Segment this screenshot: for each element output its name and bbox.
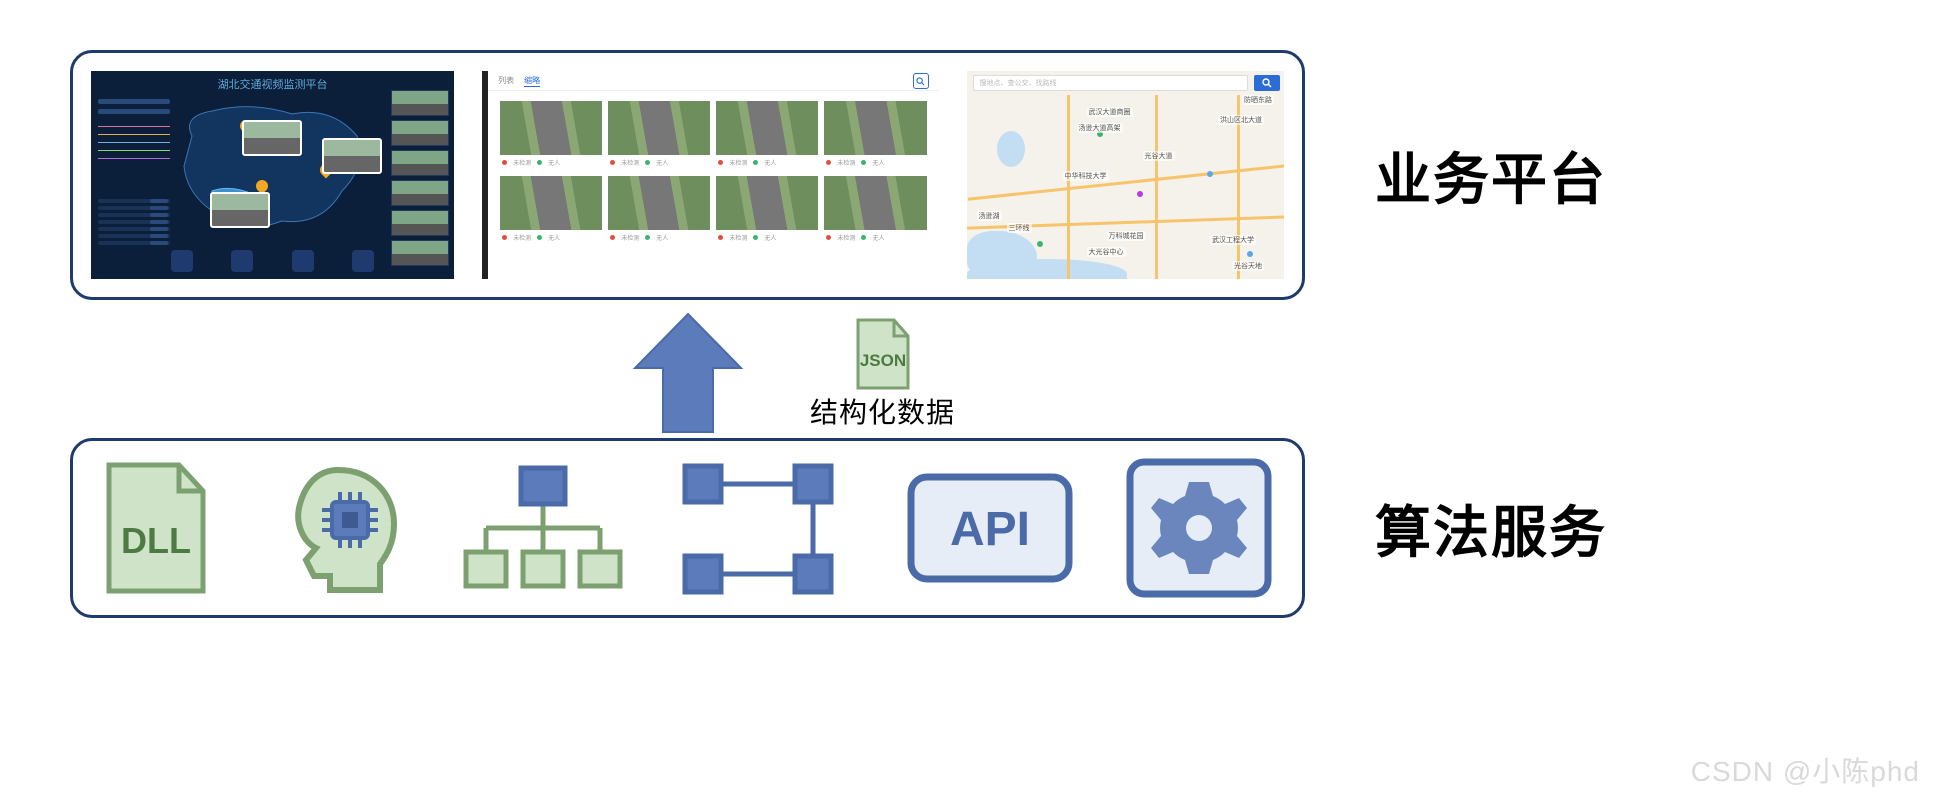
gallery-card: 未检测无人 — [824, 101, 926, 170]
map-poi: 三环线 — [1007, 223, 1032, 233]
json-file-icon: JSON — [854, 318, 912, 390]
gear-settings-icon — [1124, 458, 1274, 598]
api-box-icon: API — [905, 471, 1075, 585]
business-platform-label: 业务平台 — [1375, 135, 1607, 216]
map-poi: 武汉工程大学 — [1210, 235, 1256, 245]
gallery-card: 未检测无人 — [824, 176, 926, 245]
camera-thumb — [242, 120, 302, 156]
camera-thumb — [210, 192, 270, 228]
gallery-topbar: 列表 缩略 — [488, 71, 938, 91]
map-poi: 大光谷中心 — [1087, 247, 1126, 257]
gallery-tab: 缩略 — [524, 75, 540, 87]
map-poi: 光谷大道 — [1143, 151, 1175, 161]
tree-hierarchy-icon — [458, 458, 628, 598]
dll-file-icon: DLL — [101, 461, 211, 595]
algo-service-label: 算法服务 — [1375, 488, 1607, 569]
gallery-tab: 列表 — [498, 75, 514, 86]
dashboard-right-thumbs — [391, 86, 449, 270]
map-poi: 防晒东路 — [1242, 95, 1274, 105]
process-flow-icon — [677, 458, 857, 598]
up-arrow-icon — [623, 310, 753, 445]
map-search-input: 搜地点、查公交、找路线 — [973, 75, 1248, 91]
map-screenshot: 搜地点、查公交、找路线 防晒东路 汤逊湖 三环线 光谷大道 武汉大道商圈 汤逊大… — [967, 71, 1284, 279]
gallery-card: 未检测无人 — [500, 176, 602, 245]
api-box-label: API — [950, 503, 1030, 556]
dashboard-screenshot: 湖北交通视频监测平台 — [91, 71, 454, 279]
algo-service-row: DLL — [70, 438, 1607, 618]
dashboard-left-list — [98, 196, 170, 248]
map-search-button — [1254, 75, 1280, 91]
structured-data-label: 结构化数据 — [810, 391, 955, 431]
gallery-card: 未检测无人 — [608, 101, 710, 170]
algo-service-panel: DLL — [70, 438, 1305, 618]
search-icon — [913, 73, 929, 89]
gallery-card: 未检测无人 — [608, 176, 710, 245]
gallery-card: 未检测无人 — [716, 176, 818, 245]
watermark: CSDN @小陈phd — [1691, 750, 1920, 790]
map-poi: 武汉大道商圈 — [1087, 107, 1133, 117]
dashboard-left-bars — [98, 94, 170, 119]
gallery-card: 未检测无人 — [716, 101, 818, 170]
map-poi: 汤逊大道高架 — [1077, 123, 1123, 133]
map-poi: 洪山区北大道 — [1218, 115, 1264, 125]
gallery-grid: 未检测无人 未检测无人 未检测无人 未检测无人 未检测无人 未检测无人 未检测无… — [488, 91, 938, 255]
dll-file-label: DLL — [121, 520, 191, 561]
dashboard-line-chart — [98, 120, 170, 168]
map-poi: 中华科技大学 — [1063, 171, 1109, 181]
business-platform-panel: 湖北交通视频监测平台 — [70, 50, 1305, 300]
map-poi: 汤逊湖 — [977, 211, 1002, 221]
map-poi: 光谷天地 — [1232, 261, 1264, 271]
gallery-card: 未检测无人 — [500, 101, 602, 170]
middle-connector: JSON 结构化数据 — [70, 310, 1305, 440]
gallery-screenshot: 列表 缩略 未检测无人 未检测无人 未检测无人 未检测无人 未检测无人 未检测无… — [482, 71, 938, 279]
ai-head-chip-icon — [260, 458, 410, 598]
camera-thumb — [322, 138, 382, 174]
structured-data-group: JSON 结构化数据 — [810, 318, 955, 431]
json-file-label: JSON — [859, 351, 905, 370]
map-poi: 万科城花园 — [1107, 231, 1146, 241]
business-platform-row: 湖北交通视频监测平台 — [70, 50, 1607, 300]
dashboard-bottom-icons — [152, 250, 393, 274]
